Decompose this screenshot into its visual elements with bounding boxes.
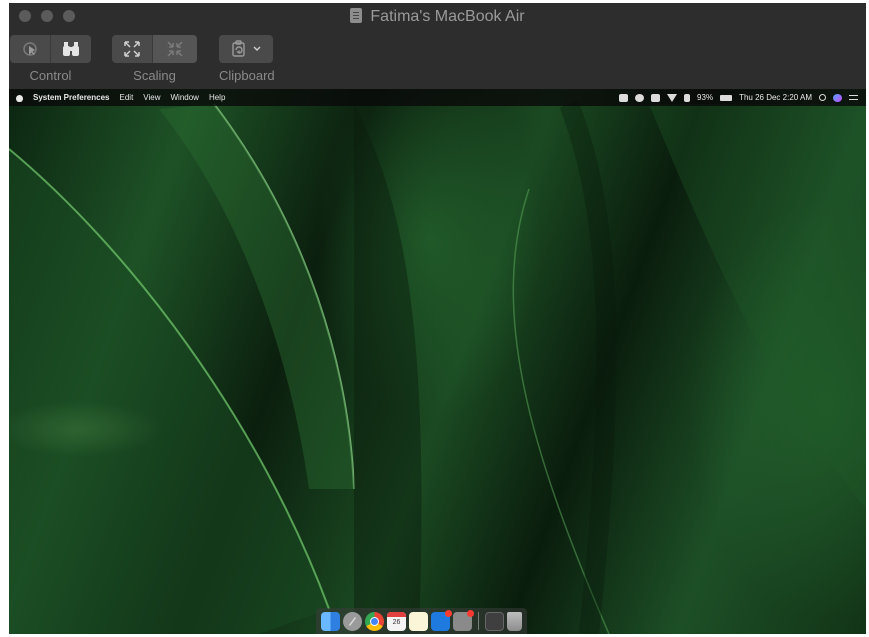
input-source-icon[interactable]	[651, 93, 661, 102]
clipboard-label: Clipboard	[219, 68, 275, 83]
scale-to-fit-button[interactable]	[112, 35, 153, 63]
menu-edit[interactable]: Edit	[120, 93, 134, 102]
downloads-stack-icon[interactable]	[485, 611, 504, 631]
dock-separator	[478, 612, 479, 630]
control-mode-button[interactable]	[10, 35, 51, 63]
calendar-icon[interactable]: 26	[387, 611, 406, 631]
chevron-down-icon	[253, 46, 261, 51]
notification-badge	[445, 609, 452, 617]
observe-mode-button[interactable]	[51, 35, 91, 63]
wallpaper-leaves	[9, 100, 866, 634]
window-title: Fatima's MacBook Air	[370, 8, 525, 25]
cursor-icon	[23, 42, 37, 56]
menu-clock[interactable]: Thu 26 Dec 2:20 AM	[739, 93, 812, 102]
menu-view[interactable]: View	[143, 93, 160, 102]
apple-menu-icon[interactable]	[15, 93, 23, 103]
menu-app-name[interactable]: System Preferences	[33, 93, 110, 102]
system-preferences-icon[interactable]	[453, 609, 474, 631]
notes-icon[interactable]	[409, 611, 428, 631]
expand-arrows-icon	[124, 41, 140, 57]
dropbox-icon[interactable]	[635, 93, 645, 102]
battery-icon[interactable]	[720, 94, 733, 101]
control-group: Control	[10, 35, 91, 83]
binoculars-icon	[63, 42, 79, 56]
remote-desktop-screen[interactable]: System Preferences Edit View Window Help…	[9, 89, 866, 634]
trash-icon[interactable]	[507, 611, 522, 631]
contract-arrows-icon	[167, 41, 183, 57]
battery-percent: 93%	[697, 93, 714, 102]
notification-center-icon[interactable]	[849, 95, 858, 100]
screen-mirroring-icon[interactable]	[619, 93, 629, 102]
finder-icon[interactable]	[321, 611, 340, 631]
control-label: Control	[29, 68, 72, 83]
clipboard-icon	[232, 40, 245, 57]
macos-menu-bar: System Preferences Edit View Window Help…	[9, 89, 866, 106]
menu-help[interactable]: Help	[209, 93, 225, 102]
app-store-icon[interactable]	[431, 609, 452, 631]
screen-sharing-window: Fatima's MacBook Air Control Scaling Cli…	[9, 3, 866, 634]
dock: 26	[316, 608, 527, 634]
window-title-bar: Fatima's MacBook Air	[9, 6, 866, 28]
launchpad-icon[interactable]	[343, 611, 362, 631]
calendar-day: 26	[392, 618, 401, 626]
volume-icon[interactable]	[684, 93, 691, 102]
document-icon	[350, 8, 363, 23]
wifi-icon[interactable]	[667, 93, 678, 102]
chrome-icon[interactable]	[365, 611, 384, 631]
siri-icon[interactable]	[833, 93, 842, 102]
scaling-label: Scaling	[133, 68, 176, 83]
menu-window[interactable]: Window	[171, 93, 199, 102]
scaling-group: Scaling	[112, 35, 197, 83]
spotlight-search-icon[interactable]	[819, 94, 826, 101]
clipboard-menu-button[interactable]	[219, 35, 273, 63]
actual-size-button[interactable]	[153, 35, 197, 63]
notification-badge	[467, 609, 474, 617]
window-chrome: Fatima's MacBook Air Control Scaling Cli…	[9, 3, 866, 89]
clipboard-group: Clipboard	[219, 35, 275, 83]
